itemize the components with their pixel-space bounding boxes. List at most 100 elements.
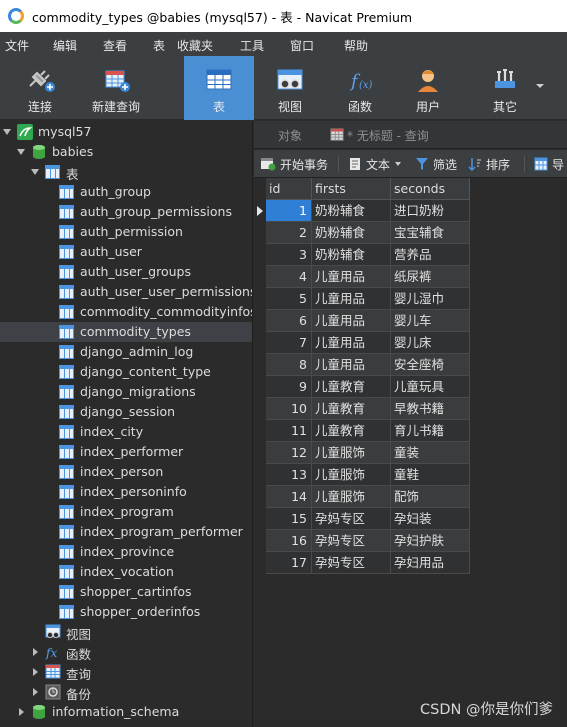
cell-firsts[interactable]: 儿童用品: [312, 266, 391, 288]
tree-table-item[interactable]: index_province: [0, 542, 252, 562]
cell-firsts[interactable]: 儿童服饰: [312, 464, 391, 486]
menu-table[interactable]: 表: [153, 37, 165, 54]
tree-views-group[interactable]: 视图: [0, 622, 252, 642]
tree-table-item[interactable]: auth_user_user_permissions: [0, 282, 252, 302]
cell-seconds[interactable]: 孕妇用品: [391, 552, 470, 574]
table-row[interactable]: 5 儿童用品 婴儿湿巾: [254, 288, 554, 310]
cell-id[interactable]: 6: [266, 310, 312, 332]
other-button[interactable]: 其它: [480, 56, 530, 120]
cell-seconds[interactable]: 孕妇装: [391, 508, 470, 530]
text-dropdown-arrow-icon[interactable]: [395, 162, 402, 166]
cell-firsts[interactable]: 孕妈专区: [312, 508, 391, 530]
table-row[interactable]: 6 儿童用品 婴儿车: [254, 310, 554, 332]
cell-firsts[interactable]: 奶粉辅食: [312, 244, 391, 266]
tab-untitled-query[interactable]: * 无标题 - 查询: [330, 121, 429, 149]
cell-id[interactable]: 7: [266, 332, 312, 354]
table-row[interactable]: 11 儿童教育 育儿书籍: [254, 420, 554, 442]
menu-favorites[interactable]: 收藏夹: [177, 37, 213, 54]
row-indicator[interactable]: [254, 266, 266, 288]
table-row[interactable]: 10 儿童教育 早教书籍: [254, 398, 554, 420]
cell-id[interactable]: 10: [266, 398, 312, 420]
row-indicator[interactable]: [254, 442, 266, 464]
table-button[interactable]: 表: [184, 56, 254, 120]
row-indicator[interactable]: [254, 464, 266, 486]
table-row[interactable]: 14 儿童服饰 配饰: [254, 486, 554, 508]
tab-objects[interactable]: 对象: [278, 121, 302, 149]
cell-seconds[interactable]: 早教书籍: [391, 398, 470, 420]
collapse-arrow-icon[interactable]: [19, 708, 24, 716]
other-dropdown-arrow-icon[interactable]: [536, 84, 544, 88]
table-row[interactable]: 9 儿童教育 儿童玩具: [254, 376, 554, 398]
tree-table-item[interactable]: auth_permission: [0, 222, 252, 242]
cell-seconds[interactable]: 宝宝辅食: [391, 222, 470, 244]
row-indicator[interactable]: [254, 354, 266, 376]
cell-firsts[interactable]: 孕妈专区: [312, 552, 391, 574]
tree-table-item[interactable]: auth_user: [0, 242, 252, 262]
cell-firsts[interactable]: 儿童用品: [312, 288, 391, 310]
tree-table-item[interactable]: index_person: [0, 462, 252, 482]
cell-id[interactable]: 17: [266, 552, 312, 574]
tree-table-item[interactable]: index_vocation: [0, 562, 252, 582]
menu-help[interactable]: 帮助: [344, 37, 368, 54]
cell-seconds[interactable]: 童鞋: [391, 464, 470, 486]
row-indicator[interactable]: [254, 420, 266, 442]
tree-table-item[interactable]: django_content_type: [0, 362, 252, 382]
cell-firsts[interactable]: 儿童用品: [312, 310, 391, 332]
cell-seconds[interactable]: 童装: [391, 442, 470, 464]
cell-firsts[interactable]: 儿童服饰: [312, 442, 391, 464]
tree-table-item[interactable]: index_city: [0, 422, 252, 442]
cell-firsts[interactable]: 儿童教育: [312, 376, 391, 398]
cell-id[interactable]: 4: [266, 266, 312, 288]
tree-table-item[interactable]: index_performer: [0, 442, 252, 462]
row-indicator[interactable]: [254, 332, 266, 354]
cell-seconds[interactable]: 孕妇护肤: [391, 530, 470, 552]
tree-table-item-selected[interactable]: commodity_types: [0, 322, 252, 342]
tree-backups-group[interactable]: 备份: [0, 682, 252, 702]
tree-table-item[interactable]: shopper_cartinfos: [0, 582, 252, 602]
menu-view[interactable]: 查看: [103, 37, 127, 54]
menu-file[interactable]: 文件: [5, 37, 29, 54]
cell-firsts[interactable]: 儿童教育: [312, 420, 391, 442]
tree-functions-group[interactable]: fx 函数: [0, 642, 252, 662]
expand-arrow-icon[interactable]: [31, 169, 39, 175]
cell-seconds[interactable]: 配饰: [391, 486, 470, 508]
cell-seconds[interactable]: 营养品: [391, 244, 470, 266]
expand-arrow-icon[interactable]: [17, 149, 25, 155]
cell-seconds[interactable]: 婴儿床: [391, 332, 470, 354]
cell-id[interactable]: 9: [266, 376, 312, 398]
table-row[interactable]: 17 孕妈专区 孕妇用品: [254, 552, 554, 574]
cell-seconds[interactable]: 进口奶粉: [391, 200, 470, 222]
menu-edit[interactable]: 编辑: [53, 37, 77, 54]
table-row[interactable]: 4 儿童用品 纸尿裤: [254, 266, 554, 288]
table-row[interactable]: 1 奶粉辅食 进口奶粉: [254, 200, 554, 222]
begin-transaction-button[interactable]: 开始事务: [260, 150, 328, 178]
tree-queries-group[interactable]: 查询: [0, 662, 252, 682]
row-indicator[interactable]: [254, 244, 266, 266]
row-indicator[interactable]: [254, 530, 266, 552]
tree-tables-group[interactable]: 表: [0, 162, 252, 182]
tree-table-item[interactable]: django_session: [0, 402, 252, 422]
tree-table-item[interactable]: django_admin_log: [0, 342, 252, 362]
column-header-id[interactable]: id: [266, 178, 312, 200]
tree-database-information-schema[interactable]: information_schema: [0, 702, 252, 722]
collapse-arrow-icon[interactable]: [33, 648, 38, 656]
cell-firsts[interactable]: 儿童用品: [312, 354, 391, 376]
row-indicator[interactable]: [254, 508, 266, 530]
table-row[interactable]: 12 儿童服饰 童装: [254, 442, 554, 464]
table-row[interactable]: 16 孕妈专区 孕妇护肤: [254, 530, 554, 552]
column-header-firsts[interactable]: firsts: [312, 178, 391, 200]
cell-seconds[interactable]: 纸尿裤: [391, 266, 470, 288]
row-indicator[interactable]: [254, 200, 266, 222]
collapse-arrow-icon[interactable]: [33, 668, 38, 676]
tree-table-item[interactable]: index_program_performer: [0, 522, 252, 542]
cell-id[interactable]: 13: [266, 464, 312, 486]
collapse-arrow-icon[interactable]: [33, 688, 38, 696]
row-indicator[interactable]: [254, 486, 266, 508]
cell-id[interactable]: 11: [266, 420, 312, 442]
tree-database-babies[interactable]: babies: [0, 142, 252, 162]
tree-table-item[interactable]: auth_group_permissions: [0, 202, 252, 222]
tree-table-item[interactable]: auth_group: [0, 182, 252, 202]
filter-button[interactable]: 筛选: [415, 150, 457, 178]
sort-button[interactable]: 排序: [468, 150, 510, 178]
function-button[interactable]: f (x) 函数: [338, 56, 382, 120]
